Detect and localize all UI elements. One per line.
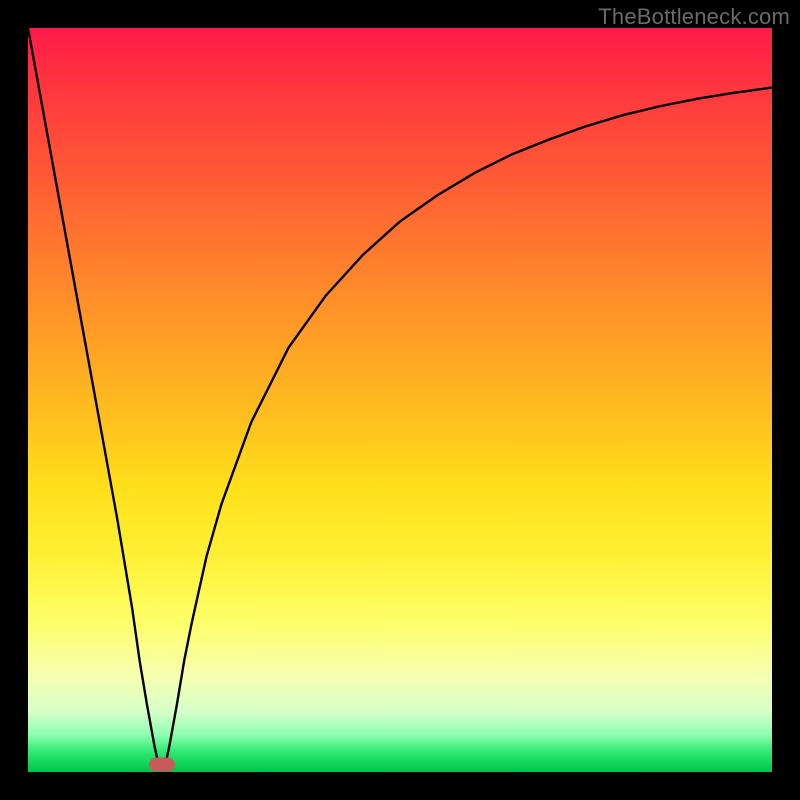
curve-layer	[28, 28, 772, 772]
bottleneck-curve	[28, 28, 772, 765]
chart-frame: TheBottleneck.com	[0, 0, 800, 800]
plot-area	[28, 28, 772, 772]
watermark-text: TheBottleneck.com	[598, 4, 790, 30]
